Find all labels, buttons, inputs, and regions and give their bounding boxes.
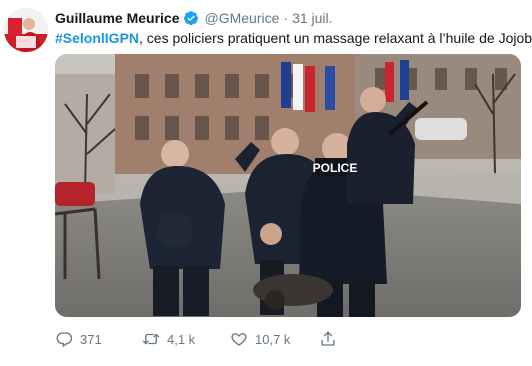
reply-count: 371 [80, 331, 102, 347]
like-count: 10,7 k [255, 331, 291, 347]
author-name[interactable]: Guillaume Meurice [55, 9, 179, 27]
tweet-actions: 371 4,1 k 10,7 k [55, 328, 522, 350]
retweet-button[interactable]: 4,1 k [142, 330, 230, 348]
verified-badge-icon [183, 10, 199, 26]
tweet-timestamp[interactable]: 31 juil. [292, 9, 332, 27]
tweet-body-text: , ces policiers pratiquent un massage re… [139, 30, 532, 46]
police-scene-photo: POLICE [55, 54, 521, 317]
reply-button[interactable]: 371 [55, 330, 142, 348]
avatar[interactable] [4, 8, 48, 52]
vest-police-label: POLICE [313, 161, 358, 175]
hashtag-link[interactable]: #SelonlIGPN [55, 30, 139, 46]
reply-icon [56, 332, 73, 347]
tweet[interactable]: Guillaume Meurice @GMeurice · 31 juil. #… [0, 0, 532, 366]
author-handle[interactable]: @GMeurice [204, 9, 279, 27]
share-button[interactable] [319, 330, 337, 348]
retweet-icon [142, 333, 160, 345]
tweet-text: #SelonlIGPN, ces policiers pratiquent un… [55, 29, 532, 47]
tweet-header: Guillaume Meurice @GMeurice · 31 juil. [55, 9, 524, 27]
retweet-count: 4,1 k [167, 331, 196, 347]
heart-icon [231, 333, 247, 346]
share-icon [321, 331, 335, 346]
like-button[interactable]: 10,7 k [230, 330, 319, 348]
tweet-photo[interactable]: POLICE [55, 54, 521, 317]
avatar-image [4, 8, 48, 52]
separator-dot: · [283, 10, 289, 26]
